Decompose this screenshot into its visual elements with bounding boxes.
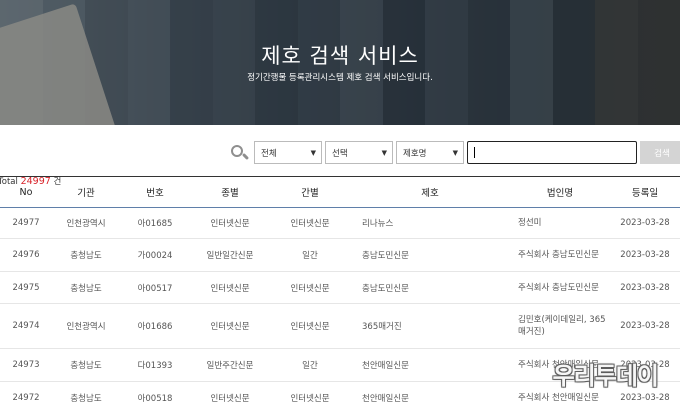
cell-date: 2023-03-28 <box>620 321 670 331</box>
cell-no: 24974 <box>12 321 40 331</box>
text-caret <box>474 147 475 158</box>
cell-date: 2023-03-28 <box>620 282 670 293</box>
cell-period: 일간 <box>302 251 318 261</box>
search-button[interactable]: 검색 <box>640 141 680 164</box>
cell-corp: 김민호(케이데일리, 365매거진) <box>518 315 606 337</box>
cell-number: 아00517 <box>137 283 173 294</box>
cell-title[interactable]: 충남도민신문 <box>350 249 510 261</box>
cell-no: 24975 <box>12 282 40 293</box>
header-title: 제호 <box>421 188 439 199</box>
cell-period: 인터넷신문 <box>290 219 330 229</box>
chevron-down-icon: ▼ <box>452 148 458 157</box>
cell-type: 인터넷신문 <box>210 393 250 404</box>
cell-agency: 충청남도 <box>70 283 102 294</box>
cell-no: 24973 <box>12 360 40 370</box>
cell-corp: 정선미 <box>518 218 542 228</box>
table-row[interactable]: 24974 인천광역시 아01686 인터넷신문 인터넷신문 365매거진 김민… <box>0 304 680 349</box>
cell-type: 인터넷신문 <box>210 322 250 332</box>
header-number: 번호 <box>146 188 164 199</box>
hero-banner: 제호 검색 서비스 정기간행물 등록관리시스템 제호 검색 서비스입니다. <box>0 0 680 125</box>
table-row[interactable]: 24975 충청남도 아00517 인터넷신문 인터넷신문 충남도민신문 주식회… <box>0 272 680 304</box>
header-date: 등록일 <box>631 188 659 199</box>
cell-number: 아01686 <box>137 322 173 332</box>
search-bar: 전체 ▼ 선택 ▼ 제호명 ▼ 검색 <box>228 141 680 164</box>
cell-corp: 주식회사 천안매일신문 <box>518 392 599 403</box>
header-corp: 법인명 <box>546 188 574 199</box>
cell-title[interactable]: 충남도민신문 <box>350 282 510 294</box>
cell-no: 24972 <box>12 392 40 403</box>
cell-type: 일반일간신문 <box>206 251 254 261</box>
table-row[interactable]: 24977 인천광역시 아01685 인터넷신문 인터넷신문 리나뉴스 정선미 … <box>0 208 680 239</box>
cell-type: 인터넷신문 <box>210 283 250 294</box>
cell-no: 24976 <box>12 250 40 260</box>
page: 제호 검색 서비스 정기간행물 등록관리시스템 제호 검색 서비스입니다. 전체… <box>0 0 680 412</box>
header-agency: 기관 <box>77 188 95 199</box>
cell-title[interactable]: 리나뉴스 <box>350 217 510 229</box>
search-input[interactable] <box>467 141 637 164</box>
choice-select[interactable]: 선택 ▼ <box>325 141 393 164</box>
header-no: No <box>19 186 33 198</box>
search-icon[interactable] <box>228 142 250 164</box>
choice-select-value: 선택 <box>332 148 348 159</box>
table-header: No 기관 번호 종별 간별 제호 법인명 등록일 <box>0 176 680 208</box>
page-subtitle: 정기간행물 등록관리시스템 제호 검색 서비스입니다. <box>247 73 433 83</box>
chevron-down-icon: ▼ <box>381 148 387 157</box>
cell-period: 인터넷신문 <box>290 283 330 294</box>
cell-date: 2023-03-28 <box>620 218 670 228</box>
chevron-down-icon: ▼ <box>310 148 316 157</box>
table-row[interactable]: 24976 충청남도 가00024 일반일간신문 일간 충남도민신문 주식회사 … <box>0 239 680 272</box>
cell-agency: 인천광역시 <box>66 219 106 229</box>
cell-title[interactable]: 천안매일신문 <box>350 359 510 371</box>
cell-period: 인터넷신문 <box>290 322 330 332</box>
cell-no: 24977 <box>12 218 40 228</box>
cell-title[interactable]: 365매거진 <box>350 320 510 332</box>
field-select[interactable]: 제호명 ▼ <box>396 141 464 164</box>
cell-agency: 충청남도 <box>70 393 102 404</box>
cell-period: 인터넷신문 <box>290 393 330 404</box>
cell-corp: 주식회사 충남도민신문 <box>518 250 599 260</box>
cell-date: 2023-03-28 <box>620 392 670 403</box>
cell-type: 일반주간신문 <box>206 361 254 371</box>
cell-number: 아01685 <box>137 219 173 229</box>
cell-period: 일간 <box>302 361 318 371</box>
cell-agency: 충청남도 <box>70 251 102 261</box>
cell-number: 가00024 <box>137 251 173 261</box>
header-type: 종별 <box>221 188 239 199</box>
field-select-value: 제호명 <box>403 148 427 159</box>
cell-corp: 주식회사 충남도민신문 <box>518 282 599 293</box>
cell-title[interactable]: 천안매일신문 <box>350 392 510 404</box>
cell-agency: 충청남도 <box>70 361 102 371</box>
cell-agency: 인천광역시 <box>66 322 106 332</box>
cell-type: 인터넷신문 <box>210 219 250 229</box>
type-select-value: 전체 <box>261 148 277 159</box>
cell-number: 아00518 <box>137 393 173 404</box>
header-period: 간별 <box>301 188 319 199</box>
cell-number: 다01393 <box>137 361 173 371</box>
cell-date: 2023-03-28 <box>620 250 670 260</box>
watermark-logo: 우리투데이 <box>552 362 659 390</box>
page-title: 제호 검색 서비스 <box>261 44 419 68</box>
type-select[interactable]: 전체 ▼ <box>254 141 322 164</box>
